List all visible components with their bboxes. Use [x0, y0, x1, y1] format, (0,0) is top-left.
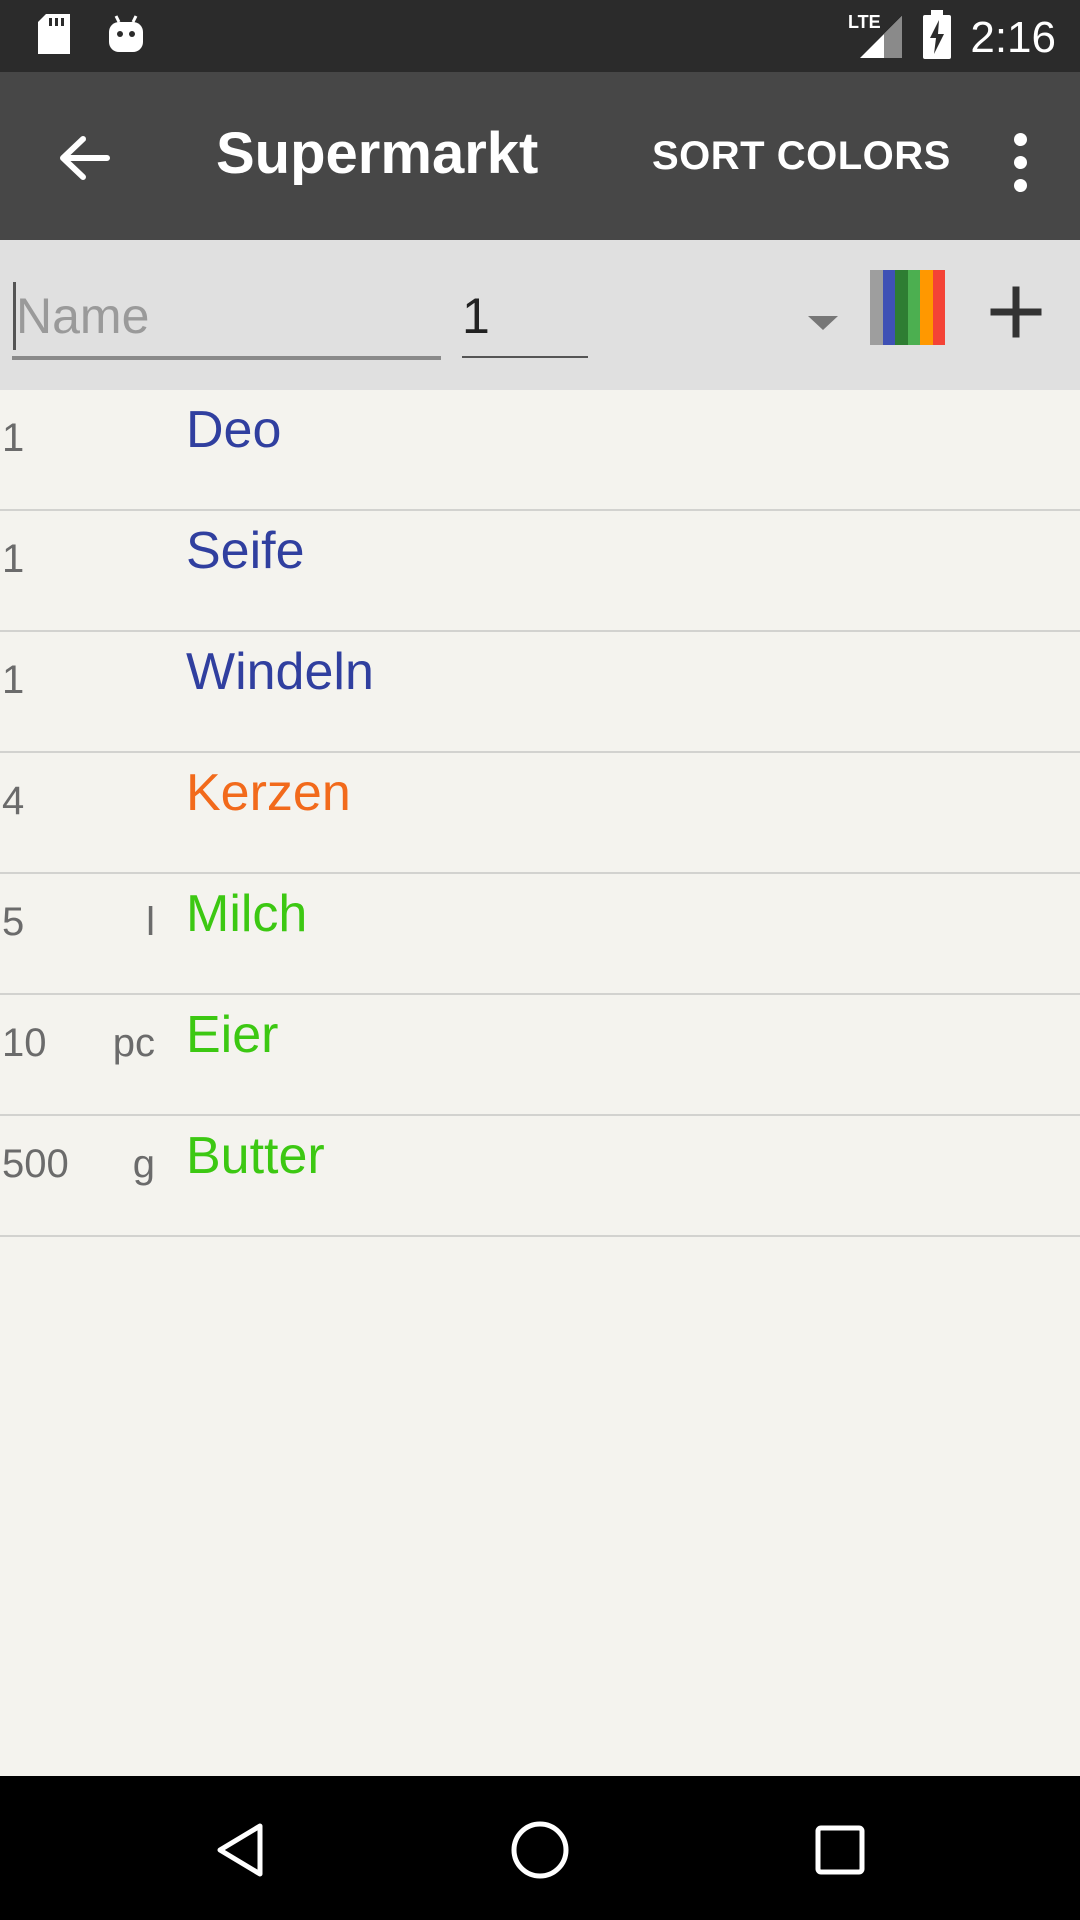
nav-back-button[interactable] [200, 1810, 280, 1890]
dropdown-arrow-icon [808, 316, 838, 330]
home-circle-icon [511, 1821, 569, 1879]
nav-home-button[interactable] [500, 1810, 580, 1890]
item-name: Windeln [186, 643, 374, 701]
sd-card-icon [36, 14, 72, 61]
lte-signal-icon: LTE [848, 10, 904, 65]
item-quantity: 1 [2, 537, 25, 581]
navigation-bar [0, 1776, 1080, 1920]
name-input[interactable] [12, 276, 441, 360]
list-item[interactable]: 500 g Butter [0, 1116, 1080, 1237]
page-title: Supermarkt [216, 121, 539, 186]
text-cursor [13, 282, 16, 350]
item-name: Butter [186, 1127, 325, 1185]
list-item[interactable]: 1 Windeln [0, 632, 1080, 753]
plus-icon [990, 286, 1042, 338]
item-quantity: 10 [2, 1021, 47, 1065]
back-triangle-icon [217, 1823, 263, 1877]
item-quantity: 1 [2, 416, 25, 460]
lte-label: LTE [848, 12, 881, 32]
quantity-input[interactable] [462, 276, 588, 358]
color-swatch [920, 270, 933, 345]
list-item[interactable]: 1 Deo [0, 390, 1080, 511]
nav-recents-button[interactable] [800, 1810, 880, 1890]
color-swatch [870, 270, 883, 345]
add-item-button[interactable] [986, 282, 1046, 342]
item-unit: g [132, 1142, 155, 1186]
battery-charging-icon [922, 10, 952, 65]
item-name: Kerzen [186, 764, 351, 822]
color-picker-button[interactable] [870, 270, 945, 345]
color-swatch [895, 270, 908, 345]
item-quantity: 1 [2, 658, 25, 702]
add-item-bar [0, 240, 1080, 390]
unit-dropdown[interactable] [790, 302, 860, 342]
color-swatch [882, 270, 895, 345]
clock: 2:16 [970, 12, 1056, 62]
sort-colors-button[interactable]: SORT COLORS [652, 134, 951, 179]
recents-square-icon [815, 1825, 865, 1875]
item-name: Eier [186, 1006, 279, 1064]
status-bar: LTE 2:16 [0, 0, 1080, 72]
item-quantity: 5 [2, 900, 25, 944]
shopping-list: 1 Deo 1 Seife 1 Windeln 4 Kerzen 5 l Milch 10 pc Eier… [0, 390, 1080, 1237]
item-unit: pc [112, 1021, 155, 1065]
android-icon [108, 14, 144, 61]
item-name: Deo [186, 401, 282, 459]
list-item[interactable]: 5 l Milch [0, 874, 1080, 995]
list-item[interactable]: 1 Seife [0, 511, 1080, 632]
overflow-menu-icon [1013, 132, 1027, 146]
back-arrow-icon [60, 136, 110, 180]
overflow-menu-button[interactable] [1000, 122, 1040, 202]
item-name: Milch [186, 885, 308, 943]
list-item[interactable]: 10 pc Eier [0, 995, 1080, 1116]
item-quantity: 4 [2, 779, 25, 823]
app-bar: Supermarkt SORT COLORS [0, 72, 1080, 240]
color-swatch [932, 270, 945, 345]
list-item[interactable]: 4 Kerzen [0, 753, 1080, 874]
item-unit: l [146, 900, 155, 944]
back-button[interactable] [44, 118, 124, 198]
color-swatch [907, 270, 920, 345]
item-name: Seife [186, 522, 305, 580]
item-quantity: 500 [2, 1142, 69, 1186]
